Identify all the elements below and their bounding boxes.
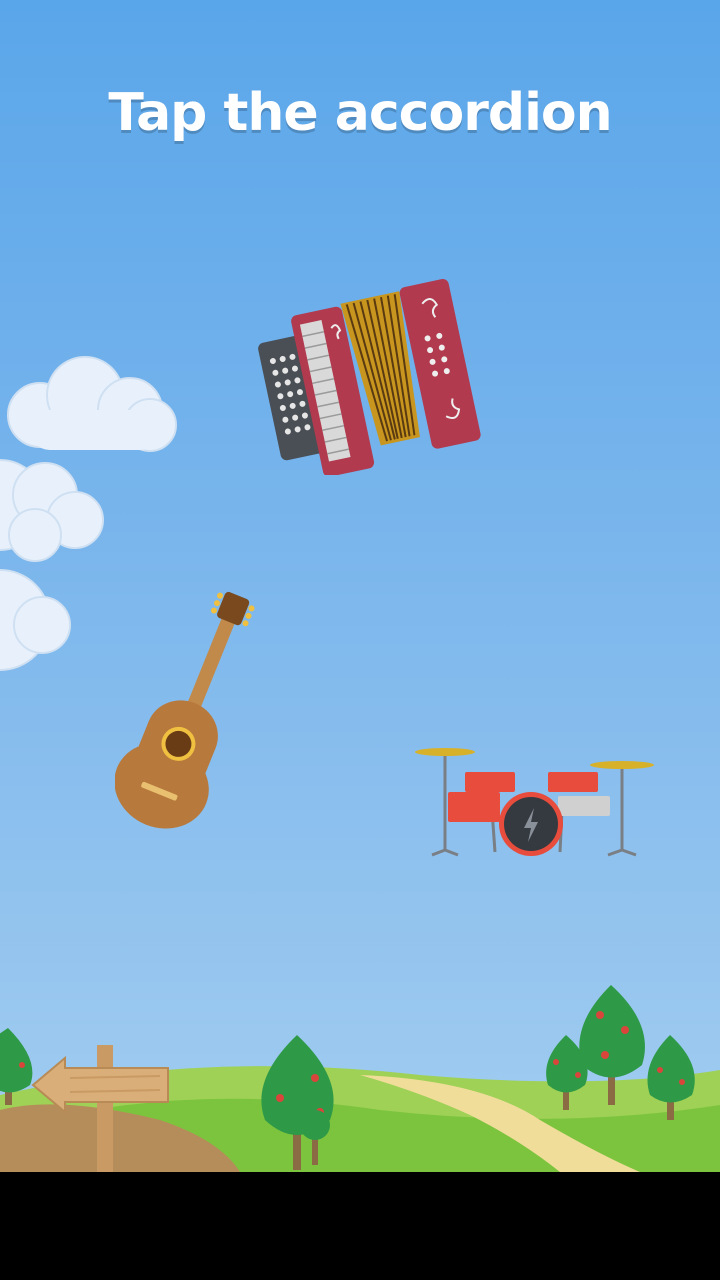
back-signpost[interactable] bbox=[25, 1040, 185, 1172]
instruction-title: Tap the accordion bbox=[108, 82, 612, 143]
navigation-bar-area bbox=[0, 1172, 720, 1280]
drum-kit[interactable] bbox=[410, 740, 660, 860]
game-stage: Tap the accordion bbox=[0, 0, 720, 1172]
accordion[interactable] bbox=[255, 270, 495, 475]
guitar[interactable] bbox=[115, 585, 265, 835]
